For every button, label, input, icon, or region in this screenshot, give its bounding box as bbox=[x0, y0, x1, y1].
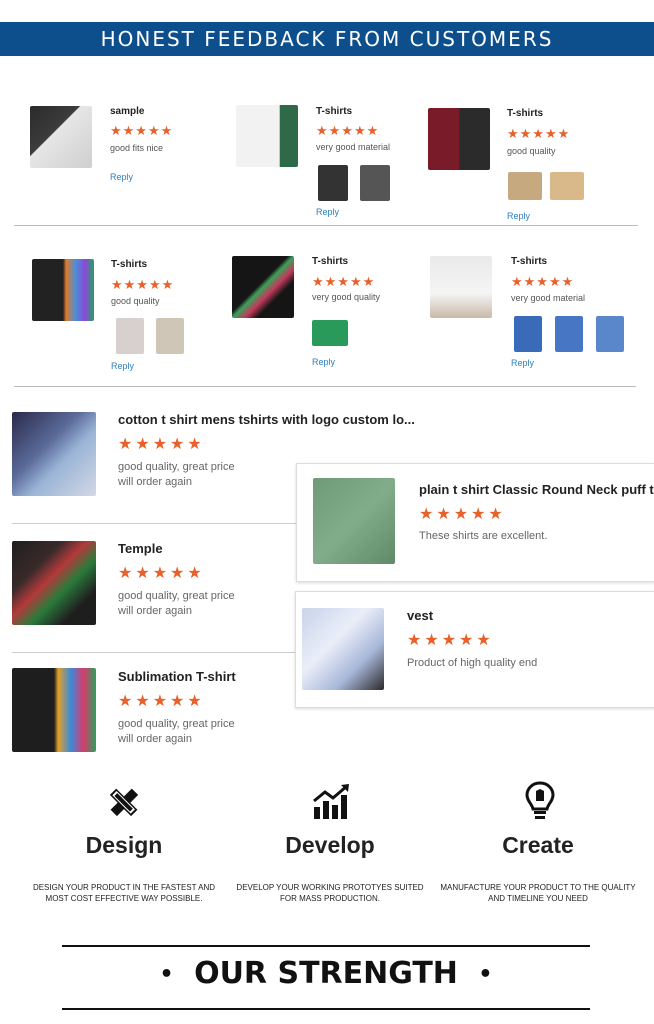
rating-stars: ★★★★★ bbox=[111, 277, 175, 292]
rating-stars: ★★★★★ bbox=[110, 123, 174, 138]
rating-stars: ★★★★★ bbox=[511, 274, 575, 289]
divider bbox=[62, 1008, 590, 1010]
reply-link[interactable]: Reply bbox=[507, 211, 530, 221]
product-image[interactable] bbox=[12, 541, 96, 625]
review-product-image[interactable] bbox=[236, 105, 298, 167]
product-image[interactable] bbox=[302, 608, 384, 690]
review-text: Product of high quality end bbox=[407, 657, 538, 669]
rating-stars: ★★★★★ bbox=[419, 506, 506, 523]
review-text: will order again bbox=[118, 605, 192, 617]
feature-desc: DEVELOP YOUR WORKING PROTOTYES SUITED FO… bbox=[210, 882, 450, 904]
product-review-card[interactable]: plain t shirt Classic Round Neck puff t-… bbox=[296, 463, 654, 582]
feature-desc-line: FOR MASS PRODUCTION. bbox=[279, 894, 380, 903]
divider bbox=[12, 652, 296, 653]
review-photo-thumb[interactable] bbox=[156, 318, 184, 354]
review-photo-thumb[interactable] bbox=[550, 172, 584, 200]
pencil-ruler-icon bbox=[105, 783, 143, 821]
feature-title: Create bbox=[502, 832, 574, 858]
review-photo-thumb[interactable] bbox=[555, 316, 583, 352]
product-title[interactable]: Sublimation T-shirt bbox=[118, 669, 236, 684]
review-product-image[interactable] bbox=[30, 106, 92, 168]
review-photo-thumb[interactable] bbox=[312, 320, 348, 346]
review-product-image[interactable] bbox=[428, 108, 490, 170]
review-title: sample bbox=[110, 106, 145, 117]
review-photo-thumb[interactable] bbox=[318, 165, 348, 201]
review-comment: very good quality bbox=[312, 292, 381, 302]
rating-stars: ★★★★★ bbox=[507, 126, 571, 141]
feature-desc: DESIGN YOUR PRODUCT IN THE FASTEST AND M… bbox=[4, 882, 244, 904]
feature-desc-line: DEVELOP YOUR WORKING PROTOTYES SUITED bbox=[236, 883, 424, 892]
feature-desc-line: AND TIMELINE YOU NEED bbox=[488, 894, 588, 903]
product-title[interactable]: Temple bbox=[118, 541, 163, 556]
review-text: good quality, great price bbox=[118, 590, 235, 602]
reply-link[interactable]: Reply bbox=[111, 361, 134, 371]
product-title[interactable]: vest bbox=[407, 608, 433, 623]
feature-title: Develop bbox=[285, 832, 375, 858]
product-image[interactable] bbox=[313, 478, 395, 564]
product-title[interactable]: cotton t shirt mens tshirts with logo cu… bbox=[118, 412, 415, 427]
review-product-image[interactable] bbox=[232, 256, 294, 318]
review-photo-thumb[interactable] bbox=[360, 165, 390, 201]
lightbulb-icon bbox=[525, 781, 555, 821]
review-title: T-shirts bbox=[511, 256, 548, 267]
review-text: good quality, great price bbox=[118, 718, 235, 730]
divider bbox=[14, 386, 636, 387]
feedback-banner: HONEST FEEDBACK FROM CUSTOMERS bbox=[0, 22, 654, 56]
review-title: T-shirts bbox=[111, 259, 148, 270]
review-title: T-shirts bbox=[316, 106, 353, 117]
review-photo-thumb[interactable] bbox=[596, 316, 624, 352]
review-photo-thumb[interactable] bbox=[116, 318, 144, 354]
reply-link[interactable]: Reply bbox=[316, 207, 339, 217]
section-heading: • OUR STRENGTH • bbox=[62, 956, 590, 991]
review-text: will order again bbox=[118, 733, 192, 745]
product-image[interactable] bbox=[12, 412, 96, 496]
bullet: • bbox=[478, 962, 493, 987]
product-image[interactable] bbox=[12, 668, 96, 752]
reply-link[interactable]: Reply bbox=[312, 357, 335, 367]
rating-stars: ★★★★★ bbox=[118, 436, 205, 453]
review-comment: very good material bbox=[316, 142, 391, 152]
rating-stars: ★★★★★ bbox=[407, 632, 494, 649]
review-product-image[interactable] bbox=[32, 259, 94, 321]
rating-stars: ★★★★★ bbox=[312, 274, 376, 289]
review-comment: good fits nice bbox=[110, 143, 164, 153]
bullet: • bbox=[159, 962, 174, 987]
review-title: T-shirts bbox=[312, 256, 349, 267]
review-comment: good quality bbox=[111, 296, 160, 306]
rating-stars: ★★★★★ bbox=[316, 123, 380, 138]
product-review-card[interactable]: vest ★★★★★ Product of high quality end bbox=[295, 591, 654, 708]
divider bbox=[62, 945, 590, 947]
rating-stars: ★★★★★ bbox=[118, 693, 205, 710]
feature-desc: MANUFACTURE YOUR PRODUCT TO THE QUALITY … bbox=[418, 882, 654, 904]
banner-title: HONEST FEEDBACK FROM CUSTOMERS bbox=[100, 27, 554, 51]
review-comment: very good material bbox=[511, 293, 586, 303]
rating-stars: ★★★★★ bbox=[118, 565, 205, 582]
review-text: good quality, great price bbox=[118, 461, 235, 473]
strength-title: OUR STRENGTH bbox=[194, 956, 458, 991]
review-product-image[interactable] bbox=[430, 256, 492, 318]
feature-desc-line: MOST COST EFFECTIVE WAY POSSIBLE. bbox=[45, 894, 203, 903]
review-title: T-shirts bbox=[507, 108, 544, 119]
review-photo-thumb[interactable] bbox=[508, 172, 542, 200]
bar-chart-icon bbox=[311, 783, 351, 821]
reply-link[interactable]: Reply bbox=[511, 358, 534, 368]
product-title[interactable]: plain t shirt Classic Round Neck puff t-… bbox=[419, 482, 654, 497]
reply-link[interactable]: Reply bbox=[110, 172, 133, 182]
review-text: will order again bbox=[118, 476, 192, 488]
review-photo-thumb[interactable] bbox=[514, 316, 542, 352]
feature-title: Design bbox=[85, 832, 163, 858]
feature-desc-line: DESIGN YOUR PRODUCT IN THE FASTEST AND bbox=[32, 883, 216, 892]
review-comment: good quality bbox=[507, 146, 556, 156]
divider bbox=[12, 523, 296, 524]
review-text: These shirts are excellent. bbox=[419, 530, 548, 542]
divider bbox=[14, 225, 638, 226]
feature-desc-line: MANUFACTURE YOUR PRODUCT TO THE QUALITY bbox=[440, 883, 636, 892]
